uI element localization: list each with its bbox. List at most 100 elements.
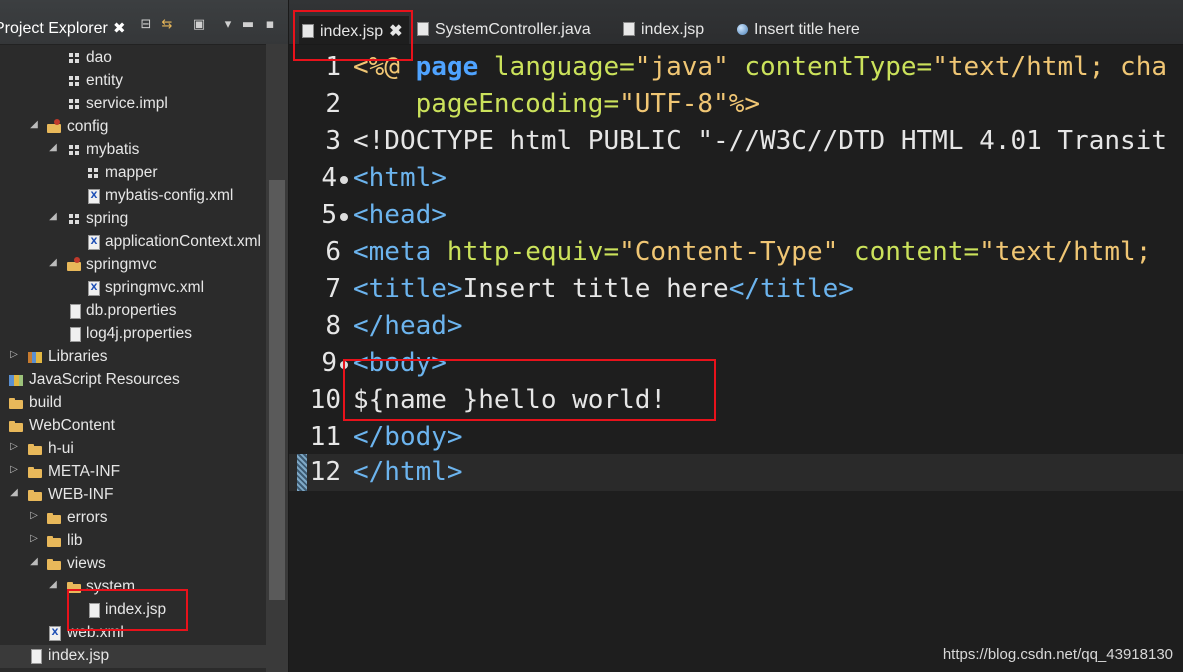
tree-item[interactable]: build	[0, 392, 266, 415]
tree-item-label: META-INF	[48, 463, 121, 480]
project-tree: dao entity service.impl ◢ config ◢ mybat…	[0, 44, 266, 672]
tree-item-label: entity	[86, 72, 124, 89]
code-line: 11 </body>	[289, 419, 1183, 456]
folder-icon	[46, 533, 62, 549]
tree-item[interactable]: mapper	[0, 162, 266, 185]
fold-toggle-icon[interactable]	[340, 213, 348, 221]
highlight-box-tab	[293, 10, 413, 61]
jsp-file-icon	[27, 648, 43, 664]
tab-label: index.jsp	[641, 21, 705, 38]
line-number: 8	[325, 311, 341, 341]
folder-icon	[8, 395, 24, 411]
maximize-icon[interactable]: ▪	[261, 16, 279, 34]
collapse-toggle-icon[interactable]: ▷	[29, 510, 39, 521]
tree-item[interactable]: ▷ Libraries	[0, 346, 266, 369]
tree-item-label: WEB-INF	[48, 486, 114, 503]
tree-item[interactable]: service.impl	[0, 93, 266, 116]
token: <title>	[353, 274, 463, 304]
tree-item-selected[interactable]: index.jsp	[0, 645, 266, 668]
tree-item-label: mybatis-config.xml	[105, 187, 234, 204]
explorer-scrollbar-thumb[interactable]	[269, 180, 285, 600]
collapse-toggle-icon[interactable]: ▷	[9, 464, 19, 475]
line-number: 5	[321, 200, 337, 230]
tree-item[interactable]: ▷ errors	[0, 507, 266, 530]
collapse-toggle-icon[interactable]: ▷	[9, 349, 19, 360]
code-text: <head>	[353, 200, 447, 230]
expand-toggle-icon[interactable]: ◢	[48, 257, 58, 268]
source-folder-icon	[66, 257, 82, 273]
tree-item[interactable]: log4j.properties	[0, 323, 266, 346]
tree-item[interactable]: ◢ views	[0, 553, 266, 576]
tree-item-label: views	[67, 555, 106, 572]
package-icon	[66, 50, 82, 66]
tree-item[interactable]: entity	[0, 70, 266, 93]
expand-toggle-icon[interactable]: ◢	[29, 556, 39, 567]
package-icon	[66, 211, 82, 227]
package-icon	[85, 165, 101, 181]
collapse-all-icon[interactable]: ⊟	[137, 16, 155, 34]
tree-item[interactable]: ▷ h-ui	[0, 438, 266, 461]
tree-item[interactable]: db.properties	[0, 300, 266, 323]
tree-item[interactable]: springmvc.xml	[0, 277, 266, 300]
watermark: https://blog.csdn.net/qq_43918130	[942, 646, 1173, 663]
tree-item[interactable]: ◢ WEB-INF	[0, 484, 266, 507]
line-number: 7	[325, 274, 341, 304]
tree-item[interactable]: ◢ mybatis	[0, 139, 266, 162]
library-icon	[27, 349, 43, 365]
tree-item-label: springmvc.xml	[105, 279, 205, 296]
tree-item[interactable]: ▷ META-INF	[0, 461, 266, 484]
token: %>	[728, 89, 760, 119]
expand-toggle-icon[interactable]: ◢	[29, 119, 39, 130]
code-text: <!DOCTYPE html PUBLIC "-//W3C//DTD HTML …	[353, 126, 1167, 156]
xml-file-icon	[85, 280, 101, 296]
code-line-current: 12 </html>	[289, 454, 1183, 491]
focus-icon[interactable]: ▣	[190, 16, 208, 34]
minimize-icon[interactable]: ▬	[239, 16, 257, 34]
highlight-box-file	[67, 589, 188, 631]
token: pageEncoding=	[353, 89, 620, 119]
tree-item-label: lib	[67, 532, 83, 549]
expand-toggle-icon[interactable]: ◢	[9, 487, 19, 498]
code-text: </body>	[353, 422, 463, 452]
tree-item[interactable]: JavaScript Resources	[0, 369, 266, 392]
tree-item[interactable]: ◢ springmvc	[0, 254, 266, 277]
file-icon	[66, 303, 82, 319]
collapse-toggle-icon[interactable]: ▷	[29, 533, 39, 544]
tree-item[interactable]: dao	[0, 47, 266, 70]
tree-item-label: spring	[86, 210, 129, 227]
tree-item-label: Libraries	[48, 348, 108, 365]
tree-item-label: log4j.properties	[86, 325, 192, 342]
tree-item-label: WebContent	[29, 417, 115, 434]
collapse-toggle-icon[interactable]: ▷	[9, 441, 19, 452]
tree-item[interactable]: ◢ config	[0, 116, 266, 139]
token: "text/html;	[979, 237, 1152, 267]
fold-toggle-icon[interactable]	[340, 176, 348, 184]
expand-toggle-icon[interactable]: ◢	[48, 211, 58, 222]
line-number: 4	[321, 163, 337, 193]
line-number: 11	[309, 422, 341, 452]
package-icon	[66, 142, 82, 158]
code-text: pageEncoding="UTF-8"%>	[353, 89, 760, 119]
link-editor-icon[interactable]: ⇆	[158, 16, 176, 34]
close-icon[interactable]: ✖	[113, 19, 126, 37]
tree-item[interactable]: ▷ lib	[0, 530, 266, 553]
folder-icon	[27, 441, 43, 457]
tree-item-label: db.properties	[86, 302, 177, 319]
token: <meta	[353, 237, 447, 267]
token: "java"	[634, 52, 729, 82]
expand-toggle-icon[interactable]: ◢	[48, 142, 58, 153]
tree-item[interactable]: applicationContext.xml	[0, 231, 266, 254]
expand-toggle-icon[interactable]: ◢	[48, 579, 58, 590]
token: "text/html; cha	[932, 52, 1168, 82]
tree-item[interactable]: mybatis-config.xml	[0, 185, 266, 208]
code-line: 2 pageEncoding="UTF-8"%>	[289, 86, 1183, 123]
token: page	[415, 52, 479, 82]
explorer-tab-title[interactable]: Project Explorer	[0, 20, 108, 38]
source-folder-icon	[46, 119, 62, 135]
line-number: 6	[325, 237, 341, 267]
tree-item[interactable]: WebContent	[0, 415, 266, 438]
tree-item[interactable]: ◢ spring	[0, 208, 266, 231]
view-menu-icon[interactable]: ▾	[219, 16, 237, 34]
code-line: 3 <!DOCTYPE html PUBLIC "-//W3C//DTD HTM…	[289, 123, 1183, 160]
xml-file-icon	[85, 188, 101, 204]
